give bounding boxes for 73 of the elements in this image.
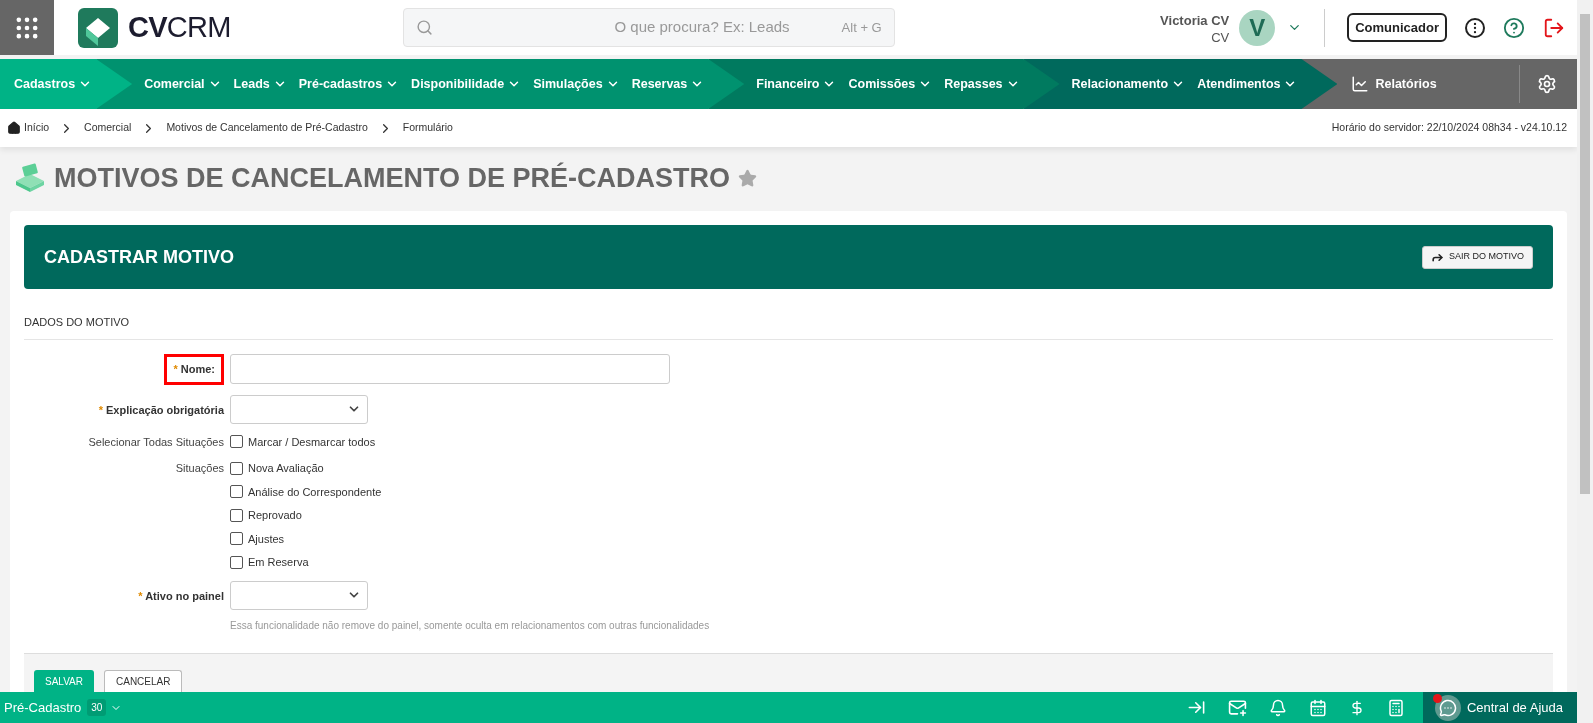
form-title: CADASTRAR MOTIVO bbox=[44, 245, 234, 269]
favorite-star-icon[interactable] bbox=[738, 168, 758, 188]
breadcrumb-link[interactable]: Motivos de Cancelamento de Pré-Cadastro bbox=[166, 120, 368, 136]
line-chart-icon bbox=[1351, 75, 1370, 93]
checkbox-label: Em Reserva bbox=[248, 555, 309, 570]
nav-menu-item[interactable]: Financeiro bbox=[756, 74, 837, 94]
select-field[interactable] bbox=[230, 394, 368, 424]
apps-menu-button[interactable] bbox=[0, 0, 54, 55]
cancel-button[interactable]: CANCELAR bbox=[104, 669, 183, 692]
nav-menu-item[interactable]: Disponibilidade bbox=[411, 74, 522, 94]
help-center-button[interactable]: Central de Ajuda bbox=[1422, 692, 1577, 723]
nav-menu-item[interactable]: Relacionamento bbox=[1071, 74, 1186, 94]
field-label: Selecionar Todas Situações bbox=[88, 434, 224, 450]
shortcut-hint: Alt + G bbox=[841, 18, 882, 37]
bell-icon[interactable] bbox=[1268, 698, 1287, 717]
calculator-icon[interactable] bbox=[1386, 698, 1405, 717]
breadcrumb-link[interactable]: Comercial bbox=[84, 120, 132, 136]
checkbox[interactable] bbox=[230, 461, 243, 475]
checkbox[interactable] bbox=[230, 508, 243, 522]
nav-menu-item[interactable]: Comissões bbox=[848, 74, 933, 94]
search-placeholder: O que procura? Ex: Leads bbox=[614, 17, 790, 38]
home-icon bbox=[7, 121, 21, 135]
user-name: Victoria CV bbox=[1160, 12, 1230, 31]
field-label: * Ativo no painel bbox=[138, 588, 224, 604]
save-button[interactable]: SALVAR bbox=[34, 669, 94, 692]
checkbox[interactable] bbox=[230, 485, 243, 499]
search-icon bbox=[415, 19, 433, 36]
name-input[interactable] bbox=[230, 354, 670, 384]
calendar-icon[interactable] bbox=[1308, 698, 1327, 717]
select-field[interactable] bbox=[230, 580, 368, 610]
field-label: * Explicação obrigatória bbox=[98, 402, 224, 418]
nav-menu-item[interactable]: Atendimentos bbox=[1197, 74, 1298, 94]
nav-menu-item[interactable]: Reservas bbox=[631, 74, 705, 94]
nav-menu-item[interactable]: Repasses bbox=[944, 74, 1020, 94]
checkbox[interactable] bbox=[230, 555, 243, 569]
nav-menu-item[interactable]: Comercial bbox=[144, 74, 222, 94]
count-badge: 30 bbox=[87, 699, 107, 716]
logout-icon[interactable] bbox=[1543, 16, 1565, 39]
checkbox-label: Reprovado bbox=[248, 508, 302, 523]
nav-link[interactable]: Relatórios bbox=[1351, 74, 1437, 94]
field-label: Situações bbox=[175, 461, 224, 476]
search-field[interactable]: O que procura? Ex: Leads Alt + G bbox=[402, 8, 895, 47]
server-time: Horário do servidor: 22/10/2024 08h34 - v24.10.12 bbox=[1331, 120, 1567, 136]
nav-menu-item[interactable]: Pré-cadastros bbox=[298, 74, 400, 94]
info-icon[interactable] bbox=[1465, 17, 1485, 38]
page-title: MOTIVOS DE CANCELAMENTO DE PRÉ-CADASTRO bbox=[54, 161, 731, 195]
nav-menu-item[interactable]: Leads bbox=[233, 74, 287, 94]
exit-button[interactable]: SAIR DO MOTIVO bbox=[1422, 245, 1533, 269]
checkbox-label: Análise do Correspondente bbox=[248, 484, 382, 500]
breadcrumb-link[interactable]: Formulário bbox=[402, 120, 453, 136]
nav-menu-item[interactable]: Simulações bbox=[533, 74, 620, 94]
checkbox[interactable] bbox=[230, 532, 243, 546]
user-avatar[interactable]: V bbox=[1239, 9, 1276, 46]
logo-icon bbox=[78, 7, 118, 48]
mail-icon[interactable] bbox=[1227, 698, 1247, 717]
checkbox[interactable] bbox=[230, 435, 243, 449]
user-role: CV bbox=[1211, 30, 1230, 44]
communicator-button[interactable]: Comunicador bbox=[1347, 13, 1447, 42]
help-icon[interactable] bbox=[1503, 16, 1525, 39]
breadcrumb-link[interactable]: Início bbox=[24, 120, 50, 136]
module-name: Pré-Cadastro bbox=[4, 698, 82, 717]
settings-icon[interactable] bbox=[1537, 74, 1557, 94]
chat-icon bbox=[1438, 698, 1457, 717]
field-label: * Nome: bbox=[164, 354, 224, 385]
money-stack-icon bbox=[14, 163, 46, 193]
checkbox-label: Ajustes bbox=[248, 531, 285, 547]
field-hint: Essa funcionalidade não remove do painel, somente oculta em relacionamentos com outras funcionalidades bbox=[230, 618, 710, 633]
checkbox-label: Marcar / Desmarcar todos bbox=[248, 434, 376, 450]
logo-wordmark: CVCRM bbox=[128, 13, 231, 42]
collapse-icon[interactable] bbox=[1186, 698, 1206, 717]
nav-menu-item[interactable]: Cadastros bbox=[14, 74, 93, 94]
section-title: DADOS DO MOTIVO bbox=[24, 316, 130, 328]
checkbox-label: Nova Avaliação bbox=[248, 461, 324, 476]
